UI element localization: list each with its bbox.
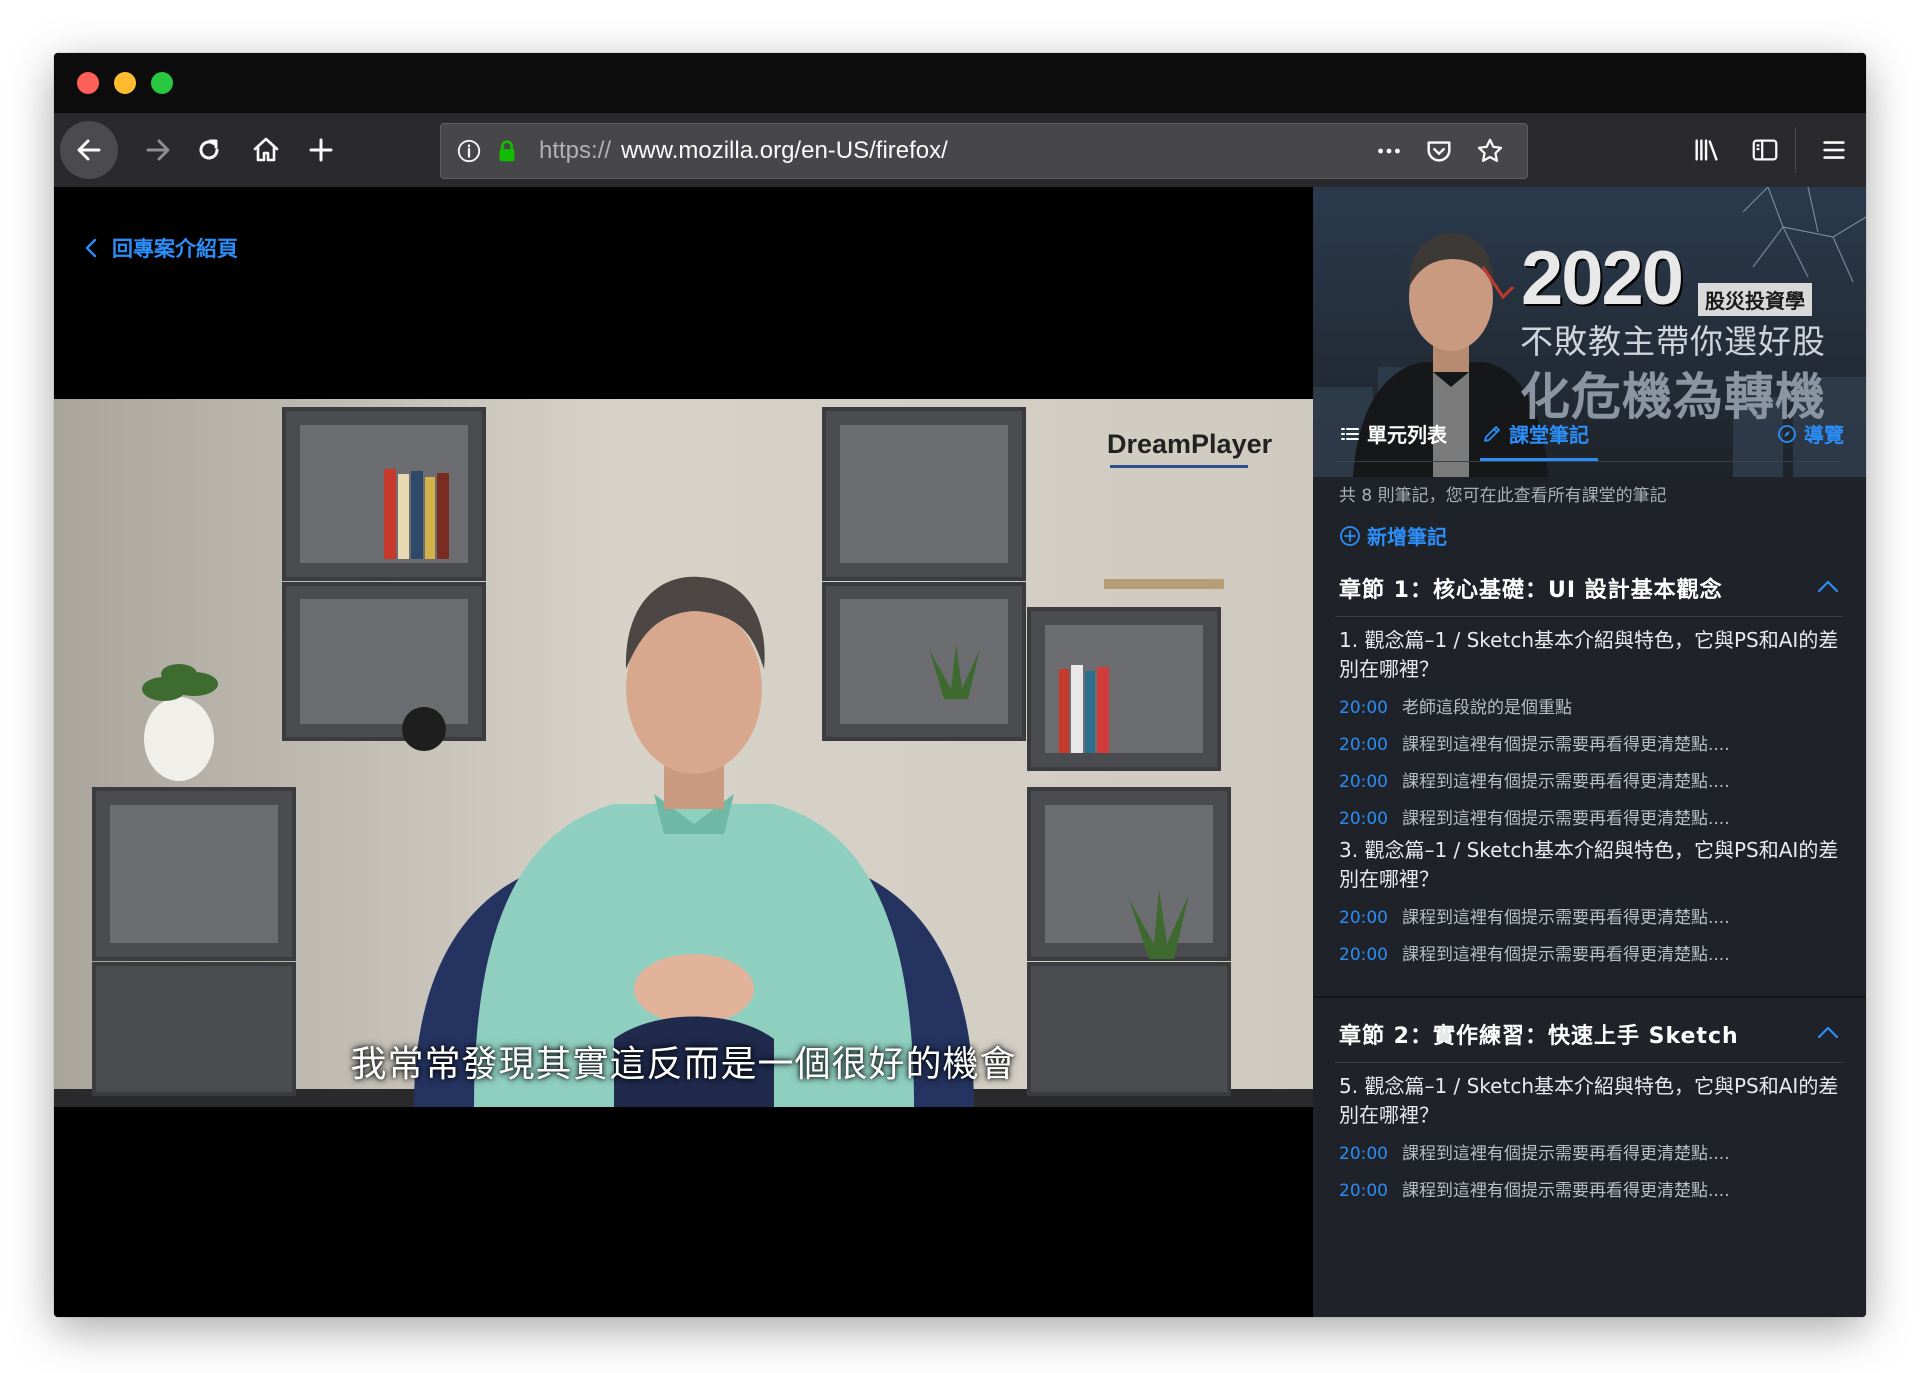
note-text: 課程到這裡有個提示需要再看得更清楚點....	[1402, 908, 1730, 928]
reload-icon	[199, 139, 219, 160]
note-text: 課程到這裡有個提示需要再看得更清楚點....	[1402, 945, 1730, 965]
address-bar[interactable]: https:// www.mozilla.org/en-US/firefox/	[440, 123, 1528, 179]
note-timestamp[interactable]: 20:00	[1339, 735, 1388, 755]
banner-year: 2020	[1521, 236, 1684, 321]
tabs-border	[1335, 461, 1843, 462]
note-timestamp[interactable]: 20:00	[1339, 908, 1388, 928]
note-timestamp[interactable]: 20:00	[1339, 1144, 1388, 1164]
note-item[interactable]: 20:00 老師這段說的是個重點	[1339, 693, 1844, 718]
note-text: 課程到這裡有個提示需要再看得更清楚點....	[1402, 735, 1730, 755]
bookmark-star-icon[interactable]	[1474, 135, 1506, 167]
video-scene-image	[54, 399, 1313, 1107]
tab-guide[interactable]: 導覽	[1777, 419, 1844, 448]
pencil-icon	[1484, 425, 1500, 442]
notes-count-text: 共 8 則筆記，您可在此查看所有課堂的筆記	[1339, 486, 1667, 506]
new-tab-button[interactable]	[294, 123, 348, 177]
add-note-label: 新增筆記	[1367, 525, 1447, 549]
menu-button[interactable]	[1811, 127, 1857, 173]
tab-guide-label: 導覽	[1804, 423, 1844, 447]
library-icon	[1695, 139, 1718, 161]
chevron-up-icon[interactable]	[1816, 578, 1840, 594]
lesson-title[interactable]: 5. 觀念篇–1 / Sketch基本介紹與特色，它與PS和AI的差別在哪裡？	[1339, 1072, 1844, 1130]
video-frame[interactable]: DreamPlayer 我常常發現其實這反而是一個很好的機會	[54, 399, 1313, 1107]
list-icon	[1341, 427, 1359, 440]
tab-class-notes-label: 課堂筆記	[1509, 423, 1589, 447]
arrow-right-icon	[146, 139, 170, 161]
note-text: 課程到這裡有個提示需要再看得更清楚點....	[1402, 809, 1730, 829]
home-button[interactable]	[239, 123, 293, 177]
video-player-area: 回專案介紹頁 DreamPlayer 我常常發現其實這反而是一個很好的機會	[54, 187, 1313, 1317]
toolbar-divider	[1795, 127, 1796, 173]
note-timestamp[interactable]: 20:00	[1339, 1181, 1388, 1201]
chapter-separator	[1313, 996, 1866, 998]
note-item[interactable]: 20:00 課程到這裡有個提示需要再看得更清楚點....	[1339, 1139, 1844, 1164]
back-to-project-link[interactable]: 回專案介紹頁	[82, 233, 238, 263]
hamburger-menu-icon	[1823, 141, 1845, 159]
panel-tabs: 單元列表 課堂筆記 導覽	[1313, 411, 1866, 463]
page-content: 回專案介紹頁 DreamPlayer 我常常發現其實這反而是一個很好的機會 20…	[54, 187, 1866, 1317]
dreamplayer-logo: DreamPlayer	[1107, 429, 1273, 459]
title-bar	[54, 53, 1866, 113]
chapter-divider	[1335, 616, 1843, 617]
plus-icon	[309, 138, 333, 162]
logo-underline	[1110, 465, 1248, 468]
reload-button[interactable]	[182, 123, 236, 177]
note-timestamp[interactable]: 20:00	[1339, 698, 1388, 718]
course-banner: 2020 股災投資學 不敗教主帶你選好股 化危機為轉機 單元列表 課堂筆記 導覽	[1313, 187, 1866, 477]
url-host: www.mozilla.org/en-US/firefox/	[621, 137, 948, 164]
notes-side-panel: 2020 股災投資學 不敗教主帶你選好股 化危機為轉機 單元列表 課堂筆記 導覽…	[1313, 187, 1866, 1317]
pocket-icon[interactable]	[1423, 135, 1455, 167]
banner-tag: 股災投資學	[1698, 283, 1812, 316]
note-text: 課程到這裡有個提示需要再看得更清楚點....	[1402, 1144, 1730, 1164]
forward-button[interactable]	[131, 123, 185, 177]
banner-subtitle: 不敗教主帶你選好股	[1520, 322, 1826, 361]
note-text: 課程到這裡有個提示需要再看得更清楚點....	[1402, 1181, 1730, 1201]
close-window-button[interactable]	[77, 72, 99, 94]
browser-window: https:// www.mozilla.org/en-US/firefox/ 回…	[54, 53, 1866, 1317]
back-button[interactable]	[60, 121, 118, 179]
note-item[interactable]: 20:00 課程到這裡有個提示需要再看得更清楚點....	[1339, 804, 1844, 829]
library-button[interactable]	[1684, 127, 1730, 173]
note-timestamp[interactable]: 20:00	[1339, 772, 1388, 792]
lock-icon[interactable]	[491, 135, 523, 167]
video-subtitle: 我常常發現其實這反而是一個很好的機會	[350, 1044, 1017, 1085]
note-timestamp[interactable]: 20:00	[1339, 809, 1388, 829]
note-item[interactable]: 20:00 課程到這裡有個提示需要再看得更清楚點....	[1339, 767, 1844, 792]
chapter-title[interactable]: 章節 1：核心基礎：UI 設計基本觀念	[1339, 572, 1723, 604]
minimize-window-button[interactable]	[114, 72, 136, 94]
tab-class-notes[interactable]: 課堂筆記	[1482, 419, 1589, 448]
compass-icon	[1778, 424, 1796, 443]
plus-circle-icon	[1340, 525, 1360, 546]
tab-unit-list-label: 單元列表	[1367, 423, 1447, 447]
note-item[interactable]: 20:00 課程到這裡有個提示需要再看得更清楚點....	[1339, 1176, 1844, 1201]
note-item[interactable]: 20:00 課程到這裡有個提示需要再看得更清楚點....	[1339, 940, 1844, 965]
note-item[interactable]: 20:00 課程到這裡有個提示需要再看得更清楚點....	[1339, 730, 1844, 755]
zoom-window-button[interactable]	[151, 72, 173, 94]
chevron-left-icon	[85, 238, 97, 258]
home-icon	[253, 137, 279, 162]
url-protocol: https://	[539, 137, 612, 164]
chevron-up-icon[interactable]	[1816, 1024, 1840, 1040]
tab-unit-list[interactable]: 單元列表	[1340, 419, 1447, 448]
info-icon[interactable]	[453, 135, 485, 167]
note-text: 課程到這裡有個提示需要再看得更清楚點....	[1402, 772, 1730, 792]
chapter-divider	[1335, 1062, 1843, 1063]
lesson-title[interactable]: 1. 觀念篇–1 / Sketch基本介紹與特色，它與PS和AI的差別在哪裡？	[1339, 626, 1844, 684]
browser-toolbar: https:// www.mozilla.org/en-US/firefox/	[54, 113, 1866, 188]
back-link-label: 回專案介紹頁	[112, 237, 238, 261]
sidebar-toggle-button[interactable]	[1742, 127, 1788, 173]
lesson-title[interactable]: 3. 觀念篇–1 / Sketch基本介紹與特色，它與PS和AI的差別在哪裡？	[1339, 836, 1844, 894]
sidebar-icon	[1752, 139, 1778, 161]
note-timestamp[interactable]: 20:00	[1339, 945, 1388, 965]
note-item[interactable]: 20:00 課程到這裡有個提示需要再看得更清楚點....	[1339, 903, 1844, 928]
more-actions-icon[interactable]	[1373, 135, 1405, 167]
note-text: 老師這段說的是個重點	[1402, 698, 1572, 718]
active-tab-indicator	[1480, 458, 1598, 461]
url-text[interactable]: https:// www.mozilla.org/en-US/firefox/	[539, 137, 948, 165]
chapter-title[interactable]: 章節 2：實作練習：快速上手 Sketch	[1339, 1018, 1739, 1050]
arrow-left-icon	[77, 139, 101, 161]
add-note-button[interactable]: 新增筆記	[1339, 521, 1447, 550]
